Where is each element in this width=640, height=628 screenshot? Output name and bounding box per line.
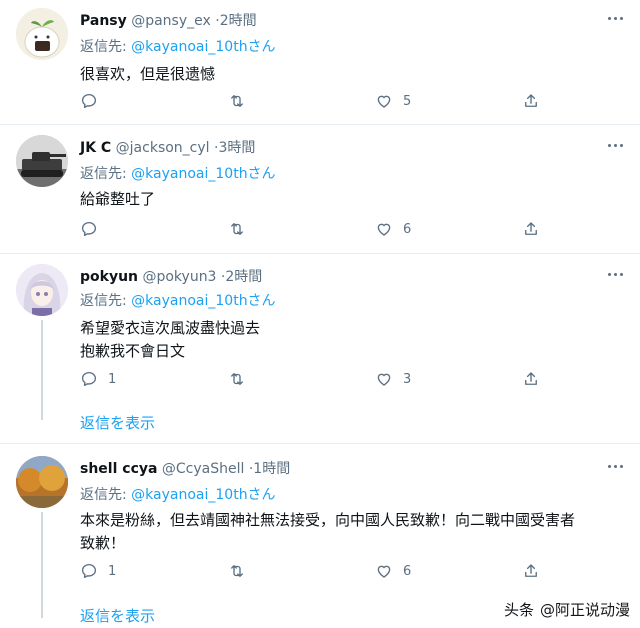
- author-handle[interactable]: @pansy_ex: [131, 13, 211, 29]
- retweet-button[interactable]: [228, 369, 256, 389]
- tweet-text-line: 希望愛衣這次風波盡快過去: [80, 319, 261, 337]
- like-button[interactable]: 6: [375, 561, 411, 581]
- reply-button[interactable]: 1: [80, 369, 116, 389]
- retweet-icon: [231, 223, 243, 235]
- reply-prefix: 返信先:: [80, 487, 127, 503]
- author-handle[interactable]: @pokyun3: [142, 269, 216, 285]
- tweet-text-line: 給爺整吐了: [80, 190, 156, 208]
- more-options-icon[interactable]: [606, 139, 626, 153]
- share-icon: [525, 222, 537, 235]
- timestamp[interactable]: 1時間: [253, 461, 290, 477]
- tweet-text-line: 致歉！: [80, 534, 126, 552]
- more-options-icon[interactable]: [606, 460, 626, 474]
- like-count: 3: [403, 371, 412, 387]
- heart-icon: [377, 95, 391, 108]
- tweet-2[interactable]: JK C @jackson_cyl ·3時間 返信先: @kayanoai_10…: [0, 125, 640, 251]
- reply-prefix: 返信先:: [80, 166, 127, 182]
- reply-button[interactable]: 1: [80, 561, 116, 581]
- avatar[interactable]: [16, 8, 68, 60]
- tweet-text: 很喜欢，但是很遗憾: [80, 63, 620, 86]
- reply-button[interactable]: [80, 219, 108, 239]
- tweet-text-line: 本來是粉絲，但去靖國神社無法接受，向中國人民致歉！向二戰中國受害者: [80, 511, 576, 529]
- watermark-prefix: 头条: [503, 601, 534, 619]
- share-button[interactable]: [522, 561, 540, 581]
- tweet-3[interactable]: pokyun @pokyun3 ·2時間 返信先: @kayanoai_10th…: [0, 254, 640, 442]
- share-button[interactable]: [522, 219, 540, 239]
- reply-to: 返信先: @kayanoai_10thさん: [80, 484, 276, 504]
- like-button[interactable]: 6: [375, 219, 411, 239]
- author-name[interactable]: pokyun: [80, 269, 138, 285]
- thread-line: [41, 512, 43, 618]
- timestamp[interactable]: 3時間: [218, 140, 255, 156]
- avatar[interactable]: [16, 135, 68, 187]
- retweet-button[interactable]: [228, 561, 256, 581]
- like-count: 6: [403, 221, 412, 237]
- tweet-text: 給爺整吐了: [80, 188, 620, 211]
- watermark-handle: @阿正说动漫: [539, 601, 630, 619]
- reply-button[interactable]: [80, 91, 108, 111]
- tweet-1[interactable]: Pansy @pansy_ex ·2時間 返信先: @kayanoai_10th…: [0, 0, 640, 122]
- reply-target-link[interactable]: @kayanoai_10thさん: [131, 487, 275, 503]
- thread-line: [41, 320, 43, 420]
- like-button[interactable]: 3: [375, 369, 411, 389]
- show-replies-link[interactable]: 返信を表示: [80, 412, 155, 433]
- heart-icon: [377, 223, 391, 236]
- anime-girl-avatar-icon: [16, 264, 68, 316]
- share-button[interactable]: [522, 369, 540, 389]
- like-count: 6: [403, 563, 412, 579]
- author-name[interactable]: JK C: [80, 140, 111, 156]
- heart-icon: [377, 565, 391, 578]
- reply-icon: [81, 93, 97, 109]
- heart-icon: [377, 373, 391, 386]
- tank-avatar-icon: [16, 135, 68, 187]
- share-icon: [525, 94, 537, 107]
- tweet-text: 希望愛衣這次風波盡快過去 抱歉我不會日文: [80, 317, 620, 363]
- tweet-text: 本來是粉絲，但去靖國神社無法接受，向中國人民致歉！向二戰中國受害者 致歉！: [80, 509, 620, 555]
- reply-icon: [81, 371, 97, 387]
- avatar[interactable]: [16, 456, 68, 508]
- tweet-text-line: 抱歉我不會日文: [80, 342, 186, 360]
- reply-to: 返信先: @kayanoai_10thさん: [80, 163, 276, 183]
- share-icon: [525, 564, 537, 577]
- retweet-icon: [231, 565, 243, 577]
- author-name[interactable]: shell ccya: [80, 461, 157, 477]
- tweet-text-line: 很喜欢，但是很遗憾: [80, 65, 216, 83]
- author-handle[interactable]: @jackson_cyl: [116, 140, 210, 156]
- watermark: 头条 @阿正说动漫: [504, 599, 630, 620]
- retweet-button[interactable]: [228, 91, 256, 111]
- timestamp[interactable]: 2時間: [220, 13, 257, 29]
- sprout-avatar-icon: [16, 8, 68, 60]
- retweet-icon: [231, 95, 243, 107]
- reply-count: 1: [108, 371, 117, 387]
- reply-count: 1: [108, 563, 117, 579]
- more-options-icon[interactable]: [606, 12, 626, 26]
- reply-to: 返信先: @kayanoai_10thさん: [80, 36, 276, 56]
- author-name[interactable]: Pansy: [80, 13, 127, 29]
- autumn-landscape-avatar-icon: [16, 456, 68, 508]
- share-button[interactable]: [522, 91, 540, 111]
- reply-prefix: 返信先:: [80, 293, 127, 309]
- retweet-icon: [231, 373, 243, 385]
- reply-target-link[interactable]: @kayanoai_10thさん: [131, 293, 275, 309]
- avatar[interactable]: [16, 264, 68, 316]
- reply-target-link[interactable]: @kayanoai_10thさん: [131, 166, 275, 182]
- reply-to: 返信先: @kayanoai_10thさん: [80, 290, 276, 310]
- like-count: 5: [403, 93, 412, 109]
- timestamp[interactable]: 2時間: [225, 269, 262, 285]
- retweet-button[interactable]: [228, 219, 256, 239]
- reply-target-link[interactable]: @kayanoai_10thさん: [131, 39, 275, 55]
- like-button[interactable]: 5: [375, 91, 411, 111]
- reply-prefix: 返信先:: [80, 39, 127, 55]
- reply-icon: [81, 221, 97, 237]
- share-icon: [525, 372, 537, 385]
- show-replies-link[interactable]: 返信を表示: [80, 605, 155, 626]
- reply-icon: [81, 563, 97, 579]
- author-handle[interactable]: @CcyaShell: [162, 461, 245, 477]
- more-options-icon[interactable]: [606, 268, 626, 282]
